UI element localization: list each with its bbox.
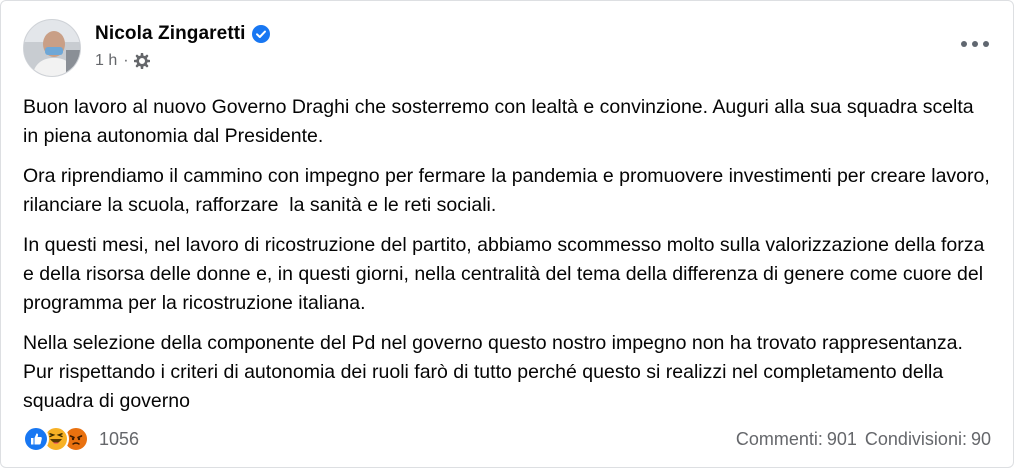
meta-separator: ·: [123, 52, 129, 69]
dot: [961, 41, 967, 47]
author-avatar[interactable]: [23, 19, 81, 77]
comments-count-link[interactable]: Commenti: 901: [736, 429, 857, 450]
post-body: Buon lavoro al nuovo Governo Draghi che …: [23, 93, 993, 427]
post-paragraph: Nella selezione della componente del Pd …: [23, 332, 969, 412]
engagement-stats: Commenti: 901 Condivisioni: 90: [728, 429, 991, 450]
verified-badge-icon: [251, 25, 270, 43]
like-icon: [23, 426, 49, 452]
reactions-summary[interactable]: 1056: [23, 426, 139, 452]
dot: [972, 41, 978, 47]
avatar-photo-icon: [24, 20, 80, 76]
post-paragraph: Buon lavoro al nuovo Governo Draghi che …: [23, 96, 980, 147]
post-card: Nicola Zingaretti 1 h · Buon lavoro al n…: [0, 0, 1014, 468]
more-options-icon[interactable]: [961, 37, 989, 51]
dot: [983, 41, 989, 47]
post-meta: 1 h ·: [95, 52, 150, 70]
shares-label: Condivisioni:: [864, 428, 967, 449]
post-footer: 1056 Commenti: 901 Condivisioni: 90: [23, 425, 991, 453]
post-paragraph: Ora riprendiamo il cammino con impegno p…: [23, 165, 996, 216]
shares-count-link[interactable]: Condivisioni: 90: [865, 429, 991, 450]
post-paragraph: In questi mesi, nel lavoro di ricostruzi…: [23, 234, 990, 314]
comments-count: 901: [826, 428, 857, 449]
shares-count: 90: [970, 428, 991, 449]
post-header: Nicola Zingaretti 1 h ·: [23, 19, 993, 81]
post-timestamp[interactable]: 1 h: [95, 52, 117, 70]
author-line: Nicola Zingaretti: [95, 23, 270, 45]
author-name[interactable]: Nicola Zingaretti: [95, 23, 246, 45]
comments-label: Commenti:: [735, 428, 823, 449]
reaction-count[interactable]: 1056: [99, 429, 139, 450]
public-gear-icon[interactable]: [133, 52, 150, 70]
